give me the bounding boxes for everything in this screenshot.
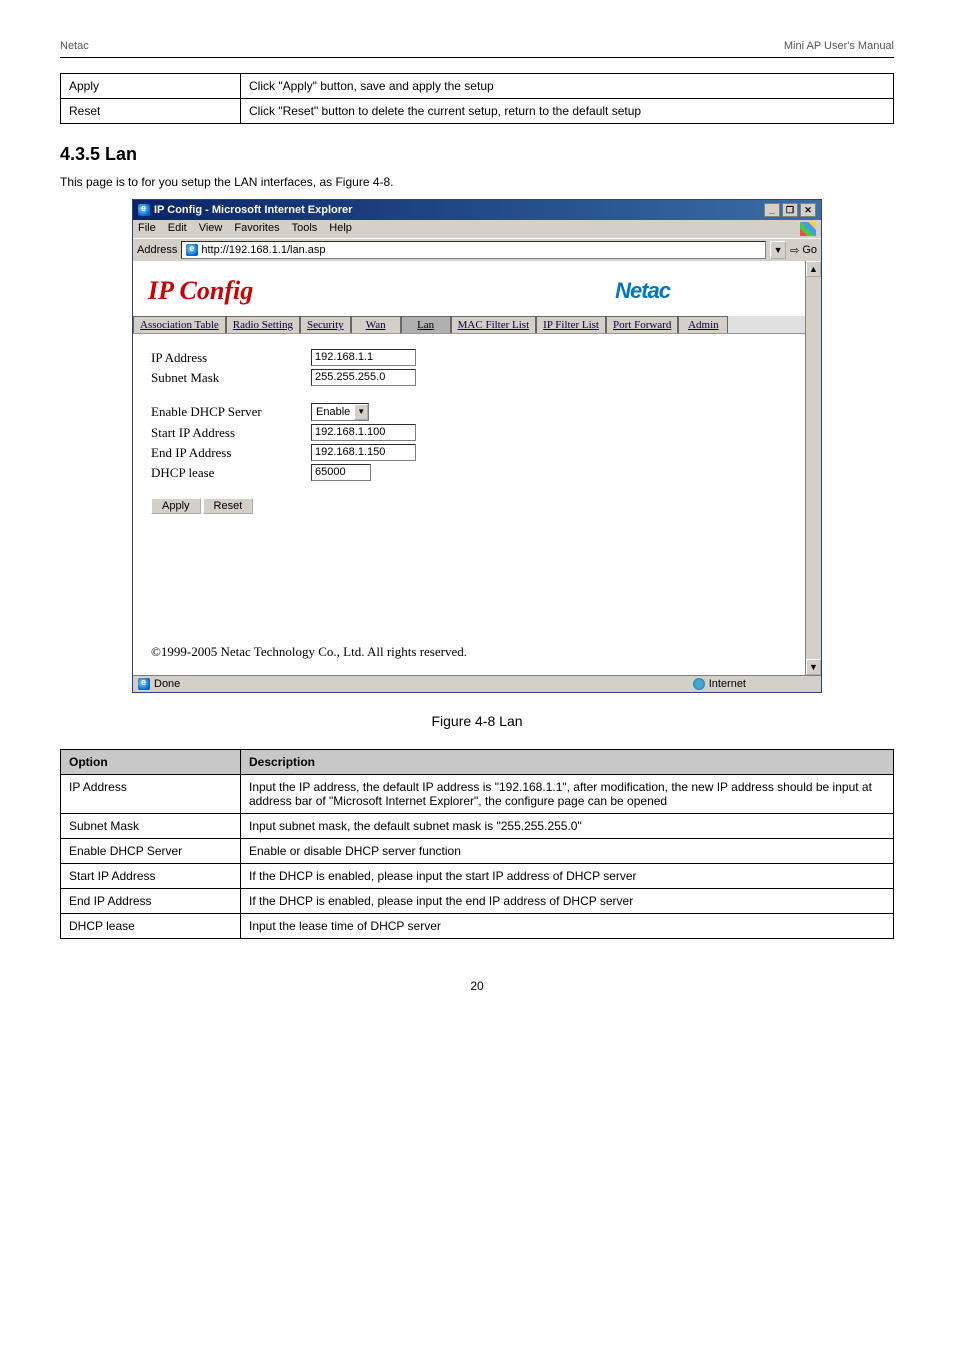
- figure-caption: Figure 4-8 Lan: [60, 713, 894, 729]
- page-header: Netac Mini AP User's Manual: [60, 40, 894, 52]
- section-title: 4.3.5 Lan: [60, 144, 894, 165]
- dhcp-enable-label: Enable DHCP Server: [151, 404, 311, 420]
- tab-ip-filter[interactable]: IP Filter List: [536, 316, 606, 333]
- dhcp-enable-select[interactable]: Enable ▼: [311, 403, 369, 421]
- status-text: Done: [154, 678, 180, 690]
- netac-logo: Netac: [615, 278, 790, 304]
- minimize-button[interactable]: _: [764, 203, 780, 217]
- address-label: Address: [137, 244, 177, 256]
- header-rule: [60, 57, 894, 58]
- tab-radio-setting[interactable]: Radio Setting: [226, 316, 300, 333]
- header-left: Netac: [60, 40, 89, 52]
- top-table: Apply Click "Apply" button, save and app…: [60, 73, 894, 124]
- status-zone: Internet: [709, 678, 746, 690]
- start-ip-input[interactable]: 192.168.1.100: [311, 424, 416, 441]
- go-button[interactable]: ⇨ Go: [790, 244, 817, 257]
- tab-mac-filter[interactable]: MAC Filter List: [451, 316, 537, 333]
- tab-port-forward[interactable]: Port Forward: [606, 316, 678, 333]
- address-url: http://192.168.1.1/lan.asp: [201, 244, 325, 256]
- menu-file[interactable]: File: [138, 222, 156, 236]
- dhcp-enable-value: Enable: [312, 406, 354, 418]
- subnet-mask-input[interactable]: 255.255.255.0: [311, 369, 416, 386]
- table-cell: Reset: [61, 99, 241, 124]
- subnet-mask-label: Subnet Mask: [151, 370, 311, 386]
- menu-favorites[interactable]: Favorites: [234, 222, 279, 236]
- table-cell: If the DHCP is enabled, please input the…: [241, 864, 894, 889]
- table-cell: Enable DHCP Server: [61, 839, 241, 864]
- table-cell: IP Address: [61, 775, 241, 814]
- windows-logo-icon: [800, 222, 816, 236]
- internet-zone-icon: [693, 678, 705, 690]
- table-cell: Apply: [61, 74, 241, 99]
- table-cell: Start IP Address: [61, 864, 241, 889]
- table-cell: Enable or disable DHCP server function: [241, 839, 894, 864]
- ip-address-input[interactable]: 192.168.1.1: [311, 349, 416, 366]
- vertical-scrollbar[interactable]: ▲ ▼: [805, 261, 821, 675]
- table-cell: If the DHCP is enabled, please input the…: [241, 889, 894, 914]
- tab-association-table[interactable]: Association Table: [133, 316, 226, 333]
- scroll-down-icon[interactable]: ▼: [806, 659, 821, 675]
- menu-help[interactable]: Help: [329, 222, 352, 236]
- table-cell: Click "Reset" button to delete the curre…: [241, 99, 894, 124]
- tab-security[interactable]: Security: [300, 316, 351, 333]
- reset-button[interactable]: Reset: [203, 498, 254, 514]
- status-page-icon: [138, 678, 150, 690]
- tab-lan[interactable]: Lan: [401, 316, 451, 333]
- page-number: 20: [60, 979, 894, 993]
- close-button[interactable]: ✕: [800, 203, 816, 217]
- apply-button[interactable]: Apply: [151, 498, 201, 514]
- copyright-text: ©1999-2005 Netac Technology Co., Ltd. Al…: [133, 634, 805, 675]
- table-header: Description: [241, 750, 894, 775]
- window-title: IP Config - Microsoft Internet Explorer: [154, 204, 352, 216]
- section-desc: This page is to for you setup the LAN in…: [60, 175, 894, 189]
- form-area: IP Address 192.168.1.1 Subnet Mask 255.2…: [133, 334, 805, 634]
- table-cell: Input subnet mask, the default subnet ma…: [241, 814, 894, 839]
- address-dropdown-icon[interactable]: ▼: [770, 241, 786, 259]
- menu-bar: File Edit View Favorites Tools Help: [133, 220, 821, 238]
- page-title: IP Config: [148, 276, 253, 306]
- table-cell: Input the IP address, the default IP add…: [241, 775, 894, 814]
- end-ip-input[interactable]: 192.168.1.150: [311, 444, 416, 461]
- scroll-up-icon[interactable]: ▲: [806, 261, 821, 277]
- menu-view[interactable]: View: [199, 222, 223, 236]
- maximize-button[interactable]: ❐: [782, 203, 798, 217]
- ip-address-label: IP Address: [151, 350, 311, 366]
- dhcp-lease-input[interactable]: 65000: [311, 464, 371, 481]
- table-cell: Click "Apply" button, save and apply the…: [241, 74, 894, 99]
- tab-admin[interactable]: Admin: [678, 316, 728, 333]
- menu-edit[interactable]: Edit: [168, 222, 187, 236]
- start-ip-label: Start IP Address: [151, 425, 311, 441]
- address-input[interactable]: http://192.168.1.1/lan.asp: [181, 241, 766, 259]
- header-right: Mini AP User's Manual: [784, 40, 894, 52]
- table-cell: End IP Address: [61, 889, 241, 914]
- tab-wan[interactable]: Wan: [351, 316, 401, 333]
- window-titlebar: IP Config - Microsoft Internet Explorer …: [133, 200, 821, 220]
- table-cell: Input the lease time of DHCP server: [241, 914, 894, 939]
- address-bar: Address http://192.168.1.1/lan.asp ▼ ⇨ G…: [133, 238, 821, 261]
- table-header: Option: [61, 750, 241, 775]
- dhcp-lease-label: DHCP lease: [151, 465, 311, 481]
- go-icon: ⇨: [790, 244, 799, 257]
- browser-screenshot: IP Config - Microsoft Internet Explorer …: [132, 199, 822, 693]
- page-icon: [186, 244, 198, 256]
- ie-icon: [138, 204, 150, 216]
- end-ip-label: End IP Address: [151, 445, 311, 461]
- options-table: Option Description IP Address Input the …: [60, 749, 894, 939]
- chevron-down-icon: ▼: [354, 404, 368, 420]
- table-cell: DHCP lease: [61, 914, 241, 939]
- menu-tools[interactable]: Tools: [292, 222, 318, 236]
- tab-bar: Association Table Radio Setting Security…: [133, 316, 805, 334]
- go-label: Go: [802, 244, 817, 256]
- status-bar: Done Internet: [133, 675, 821, 692]
- table-cell: Subnet Mask: [61, 814, 241, 839]
